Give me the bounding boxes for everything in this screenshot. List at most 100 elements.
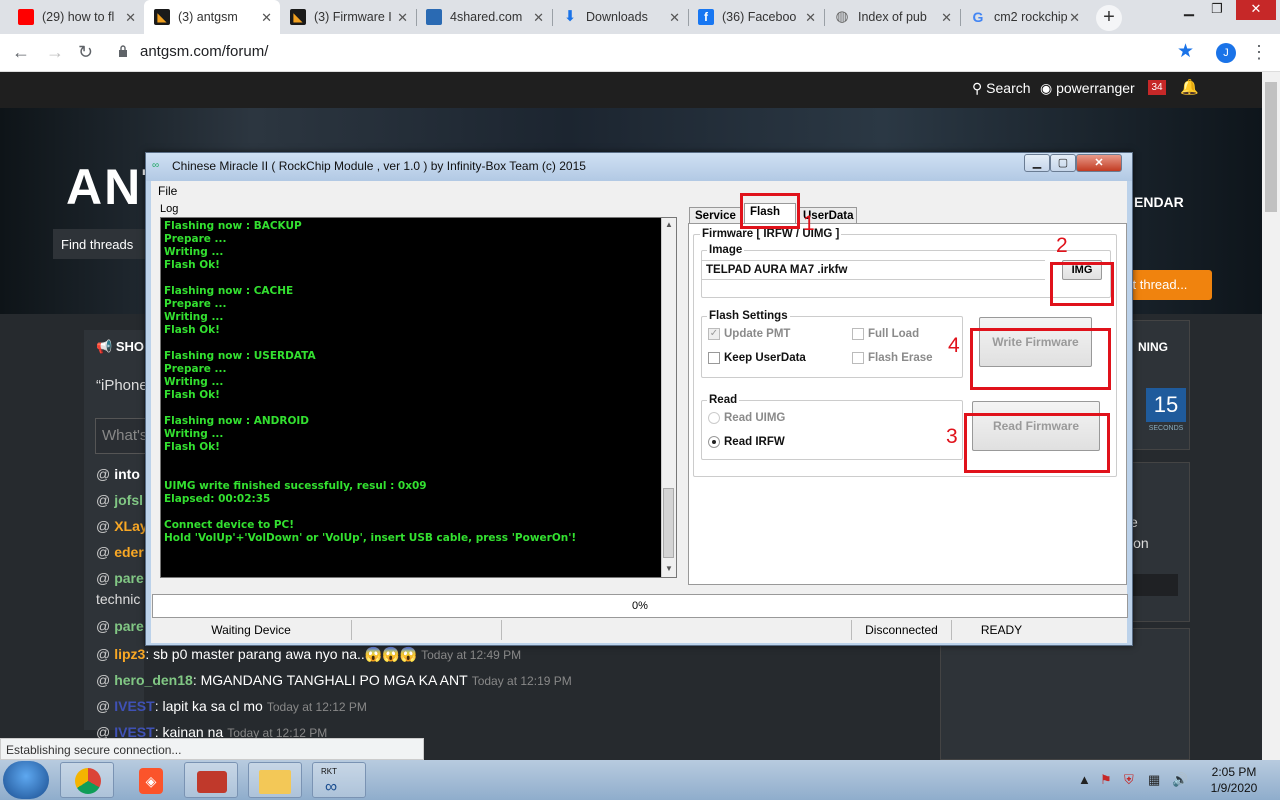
- lock-icon[interactable]: [118, 45, 128, 58]
- post-thread-button[interactable]: st thread...: [1122, 270, 1212, 300]
- close-tab-icon[interactable]: ✕: [669, 10, 680, 26]
- close-tab-icon[interactable]: ✕: [397, 10, 408, 26]
- calendar-link[interactable]: ENDAR: [1134, 194, 1184, 210]
- shoutbox-title: 📢 SHO: [96, 339, 144, 354]
- close-window-button[interactable]: ✕: [1236, 0, 1276, 20]
- shout-user[interactable]: pare: [114, 618, 144, 634]
- shout-user[interactable]: lipz3: [114, 646, 145, 662]
- explorer-taskbar-button[interactable]: [248, 762, 302, 798]
- shout-item: @ XLay: [96, 518, 148, 534]
- flag-icon[interactable]: ⚑: [1100, 772, 1112, 788]
- shout-user[interactable]: into: [114, 466, 140, 482]
- browser-tab[interactable]: f (36) Faceboo ✕: [688, 0, 824, 34]
- cm2-minimize-button[interactable]: ▁: [1024, 154, 1050, 172]
- countdown-value: 15: [1146, 388, 1186, 422]
- cm2-title: Chinese Miracle II ( RockChip Module , v…: [172, 159, 586, 173]
- cm2-title-bar[interactable]: ∞ Chinese Miracle II ( RockChip Module ,…: [146, 153, 1132, 181]
- read-irfw-radio[interactable]: [708, 436, 720, 448]
- search-link[interactable]: ⚲ Search: [972, 80, 1031, 97]
- chrome-taskbar-button[interactable]: [60, 762, 114, 798]
- close-tab-icon[interactable]: ✕: [533, 10, 544, 26]
- flash-settings-group: [701, 316, 963, 378]
- firmware-group-label: Firmware [ IRFW / UIMG ]: [700, 228, 842, 240]
- browser-tab[interactable]: ◍ Index of pub ✕: [824, 0, 960, 34]
- radio-dot: [712, 440, 716, 444]
- keep-userdata-checkbox[interactable]: [708, 352, 720, 364]
- menu-file[interactable]: File: [158, 184, 177, 198]
- cm2-app-label: RKT: [321, 767, 337, 776]
- browser-tab[interactable]: G cm2 rockchip ✕: [960, 0, 1088, 34]
- shout-item: @ IVEST: lapit ka sa cl mo Today at 12:12 …: [96, 698, 367, 714]
- scroll-down-icon[interactable]: ▼: [665, 564, 673, 573]
- read-uimg-radio[interactable]: [708, 412, 720, 424]
- flash-erase-checkbox[interactable]: [852, 352, 864, 364]
- tray-expand-icon[interactable]: ▲: [1078, 772, 1091, 787]
- bookmark-star-icon[interactable]: ★: [1177, 40, 1194, 63]
- taskbar-clock[interactable]: 2:05 PM 1/9/2020: [1198, 764, 1270, 796]
- log-scrollbar-thumb[interactable]: [663, 488, 674, 558]
- update-pmt-checkbox[interactable]: ✓: [708, 328, 720, 340]
- minimize-window-button[interactable]: ▁: [1176, 0, 1202, 20]
- annotation-number: 2: [1056, 234, 1068, 257]
- shout-user[interactable]: hero_den18: [114, 672, 193, 688]
- volume-icon[interactable]: 🔊: [1172, 772, 1188, 788]
- notification-badge[interactable]: 34: [1148, 80, 1166, 95]
- browser-tab[interactable]: ⬇ Downloads ✕: [552, 0, 688, 34]
- page-scrollbar-thumb[interactable]: [1265, 82, 1277, 212]
- cm2-menubar: File: [151, 181, 1127, 199]
- shout-user[interactable]: XLay: [114, 518, 147, 534]
- shout-text: : MGANDANG TANGHALI PO MGA KA ANT: [192, 672, 468, 688]
- bell-icon[interactable]: 🔔: [1180, 78, 1199, 96]
- browser-tab-active[interactable]: ◣ (3) antgsm ✕: [144, 0, 280, 34]
- toolbox-taskbar-button[interactable]: [184, 762, 238, 798]
- cm2-window: ∞ Chinese Miracle II ( RockChip Module ,…: [145, 152, 1133, 646]
- toolbox-icon: [197, 771, 227, 793]
- restore-window-button[interactable]: ❐: [1204, 0, 1230, 20]
- browser-tab[interactable]: (29) how to fl ✕: [8, 0, 144, 34]
- shout-preview: “iPhone: [96, 377, 148, 394]
- find-threads-link[interactable]: Find threads: [53, 229, 148, 259]
- shout-item: @ eder: [96, 544, 144, 560]
- network-icon[interactable]: ▦: [1148, 772, 1160, 788]
- facebook-icon: f: [698, 9, 714, 25]
- status-ready: READY: [951, 620, 1051, 640]
- shout-user[interactable]: IVEST: [114, 698, 154, 714]
- download-icon: ⬇: [563, 8, 577, 25]
- shout-time: Today at 12:12 PM: [266, 700, 367, 714]
- brave-taskbar-button[interactable]: ◈: [124, 762, 178, 798]
- browser-tab[interactable]: ◣ (3) Firmware I ✕: [280, 0, 416, 34]
- close-tab-icon[interactable]: ✕: [805, 10, 816, 26]
- shout-user[interactable]: eder: [114, 544, 144, 560]
- cm2-maximize-button[interactable]: ▢: [1050, 154, 1076, 172]
- annotation-box-read: [964, 413, 1110, 473]
- antivirus-icon[interactable]: ⛨: [1124, 772, 1134, 788]
- windows-start-button[interactable]: [3, 761, 49, 799]
- full-load-checkbox[interactable]: [852, 328, 864, 340]
- cm2-close-button[interactable]: ✕: [1076, 154, 1122, 172]
- forward-arrow-icon[interactable]: →: [46, 42, 64, 63]
- shout-text: technic: [96, 591, 141, 607]
- url-field[interactable]: antgsm.com/forum/: [140, 43, 268, 60]
- scroll-up-icon[interactable]: ▲: [665, 220, 673, 229]
- browser-menu-icon[interactable]: ⋮: [1250, 42, 1268, 63]
- profile-avatar[interactable]: J: [1216, 43, 1236, 63]
- reload-icon[interactable]: ↻: [78, 42, 93, 63]
- close-tab-icon[interactable]: ✕: [261, 10, 272, 26]
- shout-user[interactable]: jofsl: [114, 492, 143, 508]
- shout-user[interactable]: pare: [114, 570, 144, 586]
- shout-item: @ pare: [96, 570, 144, 586]
- read-uimg-label: Read UIMG: [724, 412, 786, 424]
- close-tab-icon[interactable]: ✕: [1069, 10, 1080, 26]
- back-arrow-icon[interactable]: ←: [12, 42, 30, 63]
- image-path-field[interactable]: TELPAD AURA MA7 .irkfw: [702, 260, 1045, 280]
- google-icon: G: [972, 9, 984, 25]
- close-tab-icon[interactable]: ✕: [941, 10, 952, 26]
- cm2-taskbar-button[interactable]: RKT ∞: [312, 762, 366, 798]
- brave-icon: ◈: [139, 768, 163, 794]
- log-label: Log: [160, 203, 179, 215]
- log-console[interactable]: Flashing now : BACKUP Prepare ... Writin…: [160, 217, 677, 578]
- close-tab-icon[interactable]: ✕: [125, 10, 136, 26]
- browser-tab[interactable]: 4shared.com ✕: [416, 0, 552, 34]
- user-menu[interactable]: ◉ powerranger: [1040, 80, 1135, 97]
- new-tab-button[interactable]: +: [1096, 5, 1122, 31]
